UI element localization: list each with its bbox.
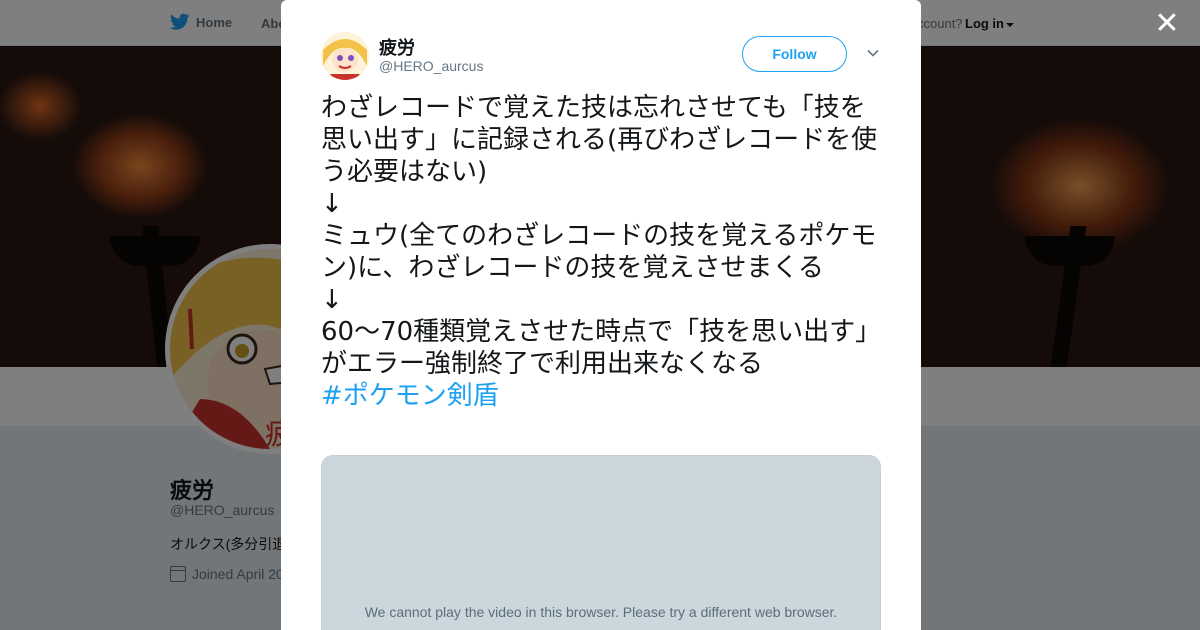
close-icon[interactable]: ✕ (1154, 9, 1180, 39)
author-avatar-illustration (321, 32, 369, 80)
tweet-text: わざレコードで覚えた技は忘れさせても「技を思い出す」に記録される(再びわざレコー… (321, 92, 887, 412)
tweet-author-handle[interactable]: @HERO_aurcus (379, 58, 483, 74)
chevron-down-icon[interactable] (866, 46, 880, 60)
video-error-message: We cannot play the video in this browser… (364, 604, 838, 620)
hashtag-link[interactable]: #ポケモン剣盾 (321, 381, 499, 411)
tweet-modal: 疲労 @HERO_aurcus Follow わざレコードで覚えた技は忘れさせて… (281, 0, 921, 630)
video-player[interactable]: We cannot play the video in this browser… (321, 455, 881, 630)
tweet-author-avatar[interactable] (321, 32, 369, 80)
tweet-author-name[interactable]: 疲労 (379, 34, 415, 60)
tweet-body: わざレコードで覚えた技は忘れさせても「技を思い出す」に記録される(再びわざレコー… (321, 93, 882, 379)
follow-button[interactable]: Follow (742, 36, 847, 72)
